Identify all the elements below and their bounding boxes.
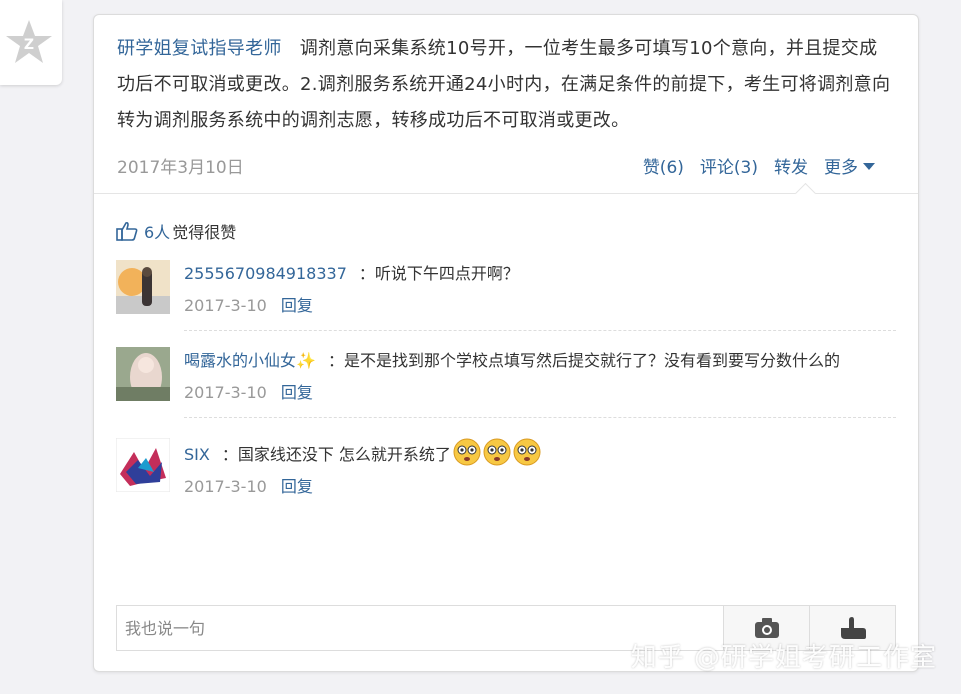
watermark: 知乎 @研学姐考研工作室: [630, 643, 937, 673]
comment-user-link[interactable]: SIX: [184, 445, 210, 464]
comment-item: SIX ：国家线还没下 怎么就开系统了 2017-3-10 回复: [115, 437, 896, 497]
reply-button[interactable]: 回复: [281, 383, 313, 402]
more-button[interactable]: 更多: [824, 153, 875, 178]
comment-meta: 2017-3-10 回复: [184, 473, 896, 497]
flushed-face-emoji-icon: [453, 438, 481, 466]
post-author-link[interactable]: 研学姐复试指导老师: [117, 38, 282, 59]
poster-avatar[interactable]: Z: [0, 0, 62, 85]
comment-divider: [184, 330, 896, 331]
post-actions: 赞(6) 评论(3) 转发 更多: [643, 153, 875, 178]
post-text: 研学姐复试指导老师 调剂意向采集系统10号开，一位考生最多可填写10个意向，并且提…: [117, 31, 895, 139]
comment-text: ：国家线还没下 怎么就开系统了: [221, 445, 451, 464]
comment-meta: 2017-3-10 回复: [184, 379, 896, 403]
post-meta: 2017年3月10日 赞(6) 评论(3) 转发 更多: [117, 153, 895, 193]
reply-button[interactable]: 回复: [281, 296, 313, 315]
comment-meta: 2017-3-10 回复: [184, 292, 896, 316]
comment-button[interactable]: 评论(3): [700, 153, 758, 178]
comment-user-link[interactable]: 喝露水的小仙女✨: [184, 351, 316, 370]
likes-suffix: 觉得很赞: [172, 223, 237, 242]
comment-date: 2017-3-10: [184, 383, 267, 402]
comment-item: 喝露水的小仙女✨ ：是不是找到那个学校点填写然后提交就行了？没有看到要写分数什么的…: [116, 347, 896, 403]
svg-text:Z: Z: [24, 37, 34, 53]
comment-item: 2555670984918337 ：听说下午四点开啊？ 2017-3-10 回复: [116, 260, 896, 316]
like-button[interactable]: 赞(6): [643, 153, 684, 178]
avatar[interactable]: [116, 347, 170, 401]
comment-body: SIX ：国家线还没下 怎么就开系统了: [184, 438, 896, 469]
comment-body: 喝露水的小仙女✨ ：是不是找到那个学校点填写然后提交就行了？没有看到要写分数什么的: [184, 347, 896, 375]
star-badge-icon: Z: [6, 20, 52, 63]
avatar-image: [116, 347, 170, 401]
avatar-image: [116, 260, 170, 314]
avatar-image: [115, 437, 171, 493]
flushed-face-emoji-icon: [483, 438, 511, 466]
comment-date: 2017-3-10: [184, 477, 267, 496]
avatar[interactable]: [115, 437, 171, 493]
chevron-down-icon: [863, 163, 875, 170]
comment-text: ：听说下午四点开啊？: [358, 264, 519, 283]
reply-button[interactable]: 回复: [281, 477, 313, 496]
thumbs-up-icon: [116, 221, 138, 241]
comment-divider: [184, 417, 896, 418]
post-date: 2017年3月10日: [117, 158, 244, 178]
likes-count[interactable]: 6人: [144, 219, 170, 243]
camera-icon: [754, 618, 779, 638]
more-label: 更多: [824, 158, 858, 178]
likes-summary: 6人 觉得很赞: [116, 194, 896, 246]
comment-text: ：是不是找到那个学校点填写然后提交就行了？没有看到要写分数什么的: [327, 351, 840, 370]
post-content: 研学姐复试指导老师 调剂意向采集系统10号开，一位考生最多可填写10个意向，并且提…: [94, 15, 918, 193]
post-card: 研学姐复试指导老师 调剂意向采集系统10号开，一位考生最多可填写10个意向，并且提…: [93, 14, 919, 672]
comments-section: 6人 觉得很赞 2555670984918337 ：听说下午四点开啊？ 2017-3…: [94, 182, 918, 634]
comment-user-link[interactable]: 2555670984918337: [184, 264, 347, 283]
comment-body: 2555670984918337 ：听说下午四点开啊？: [184, 260, 896, 288]
repost-button[interactable]: 转发: [774, 153, 808, 178]
avatar[interactable]: [116, 260, 170, 314]
comment-date: 2017-3-10: [184, 296, 267, 315]
flushed-face-emoji-icon: [513, 438, 541, 466]
